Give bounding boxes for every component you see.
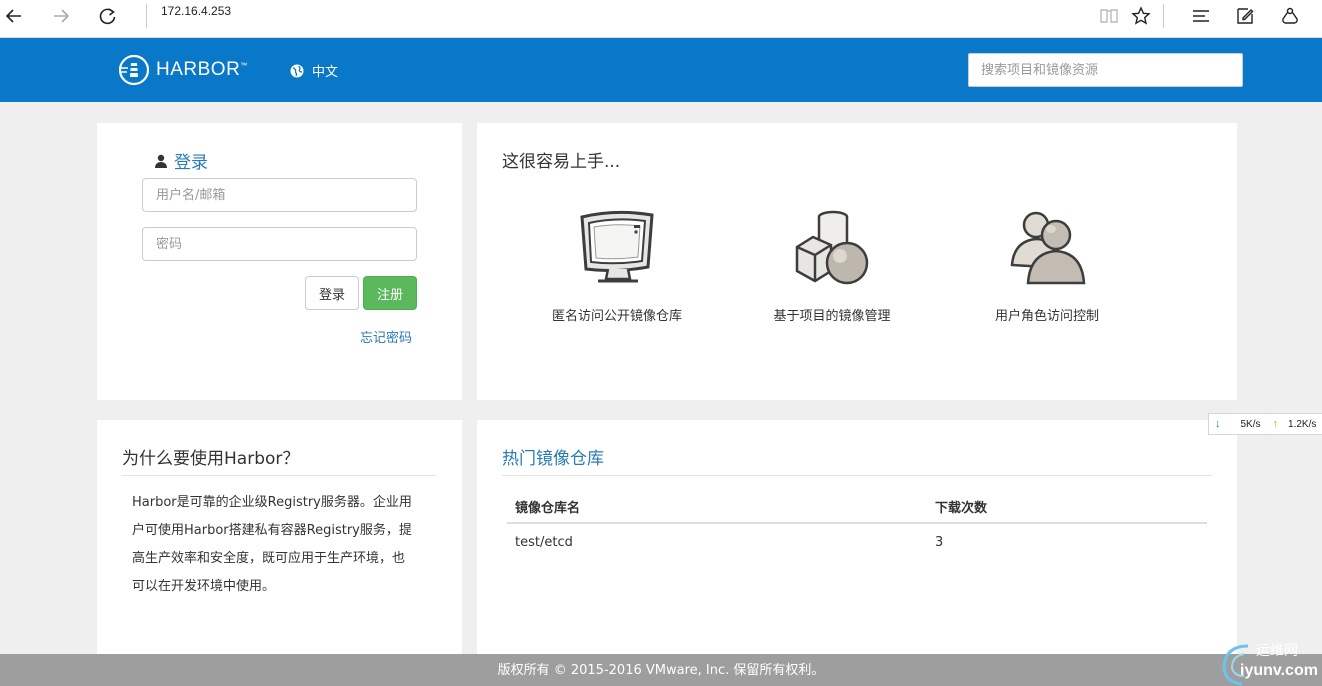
popular-repos-table: 镜像仓库名 下载次数 test/etcd 3 — [507, 490, 1207, 561]
feature-label: 基于项目的镜像管理 — [773, 309, 891, 324]
login-button[interactable]: 登录 — [305, 276, 359, 310]
description-line: 高生产效率和安全度，既可应用于生产环境，也 — [132, 551, 406, 566]
share-icon — [1282, 7, 1298, 24]
download-arrow-icon: ↓ — [1215, 418, 1221, 430]
upload-arrow-icon: ↑ — [1272, 418, 1279, 430]
web-note-button[interactable] — [1231, 3, 1259, 29]
download-speed: 5K/s — [1240, 418, 1261, 430]
search-input[interactable] — [968, 53, 1243, 87]
logo-text: HARBOR™ — [156, 59, 248, 81]
why-harbor-title: 为什么要使用Harbor？ — [122, 449, 300, 469]
reading-view-button[interactable] — [1095, 3, 1123, 29]
watermark-cn: 运维网 — [1256, 643, 1298, 659]
download-count-cell: 3 — [935, 535, 944, 550]
refresh-icon — [99, 8, 116, 25]
feature-label: 用户角色访问控制 — [994, 309, 1099, 324]
shapes-icon — [795, 210, 869, 285]
description-line: 可以在开发环境中使用。 — [132, 579, 276, 594]
language-label: 中文 — [312, 65, 339, 80]
hub-button[interactable] — [1187, 3, 1215, 29]
back-button[interactable] — [0, 3, 28, 29]
column-header-repo-name: 镜像仓库名 — [507, 490, 927, 524]
description-line: Harbor是可靠的企业级Registry服务器。企业用 — [132, 495, 412, 510]
table-row[interactable]: test/etcd 3 — [507, 523, 1207, 561]
repo-name-cell: test/etcd — [515, 535, 573, 550]
login-title-text: 登录 — [174, 153, 208, 173]
getting-started-panel: 这很容易上手... 匿名访问公开镜像仓库 基于项目的镜像管理 用户角色访问控制 — [477, 123, 1237, 400]
menu-lines-icon — [1193, 10, 1209, 22]
toolbar-separator — [1163, 4, 1164, 28]
network-speed-widget: ↓ 5K/s ↑ 1.2K/s — [1208, 413, 1322, 435]
browser-toolbar: 172.16.4.253 — [0, 0, 1322, 38]
column-header-downloads: 下载次数 — [927, 490, 1207, 524]
login-panel: 登录 登录 注册 忘记密码 — [97, 123, 462, 400]
page-footer: 版权所有 © 2015-2016 VMware, Inc. 保留所有权利。 — [0, 654, 1322, 686]
language-switch[interactable]: 中文 — [290, 61, 338, 80]
forgot-password-link[interactable]: 忘记密码 — [360, 327, 412, 346]
address-separator — [146, 4, 147, 28]
feature-project-management: 基于项目的镜像管理 — [732, 207, 932, 324]
feature-label: 匿名访问公开镜像仓库 — [551, 309, 682, 324]
watermark-en: iyunv.com — [1240, 662, 1318, 679]
logo-trademark: ™ — [240, 62, 248, 70]
logo-wordmark: HARBOR — [156, 59, 241, 80]
address-bar[interactable]: 172.16.4.253 — [161, 4, 231, 18]
why-harbor-description: Harbor是可靠的企业级Registry服务器。企业用 户可使用Harbor搭… — [132, 489, 432, 601]
password-input[interactable] — [142, 227, 417, 261]
table-header-row: 镜像仓库名 下载次数 — [507, 490, 1207, 524]
arrow-left-icon — [5, 9, 21, 23]
feature-role-access-control: 用户角色访问控制 — [947, 207, 1147, 324]
refresh-button[interactable] — [94, 3, 122, 29]
user-icon — [155, 154, 167, 168]
monitor-icon — [580, 210, 654, 283]
arrow-right-icon — [54, 9, 70, 23]
forward-button[interactable] — [47, 3, 75, 29]
login-heading: 登录 — [154, 148, 208, 173]
harbor-logo[interactable]: HARBOR™ — [118, 54, 248, 86]
pen-note-icon — [1237, 8, 1254, 24]
why-harbor-panel: 为什么要使用Harbor？ Harbor是可靠的企业级Registry服务器。企… — [97, 420, 462, 654]
favorite-button[interactable] — [1127, 3, 1155, 29]
users-icon — [1010, 211, 1086, 285]
star-icon — [1131, 6, 1151, 25]
description-line: 户可使用Harbor搭建私有容器Registry服务，提 — [132, 523, 412, 538]
lighthouse-logo-icon — [118, 54, 150, 86]
site-watermark: 运维网 iyunv.com — [1218, 640, 1322, 686]
share-button[interactable] — [1276, 3, 1304, 29]
panel-divider — [502, 475, 1212, 476]
book-icon — [1100, 9, 1118, 23]
register-button[interactable]: 注册 — [363, 276, 417, 310]
upload-speed: 1.2K/s — [1288, 418, 1317, 430]
feature-anonymous-access: 匿名访问公开镜像仓库 — [517, 207, 717, 324]
username-input[interactable] — [142, 178, 417, 212]
globe-icon — [290, 64, 304, 77]
panel-divider — [122, 475, 437, 476]
popular-repos-title: 热门镜像仓库 — [502, 449, 604, 469]
getting-started-title: 这很容易上手... — [502, 152, 621, 172]
popular-repos-panel: 热门镜像仓库 镜像仓库名 下载次数 test/etcd 3 — [477, 420, 1237, 654]
